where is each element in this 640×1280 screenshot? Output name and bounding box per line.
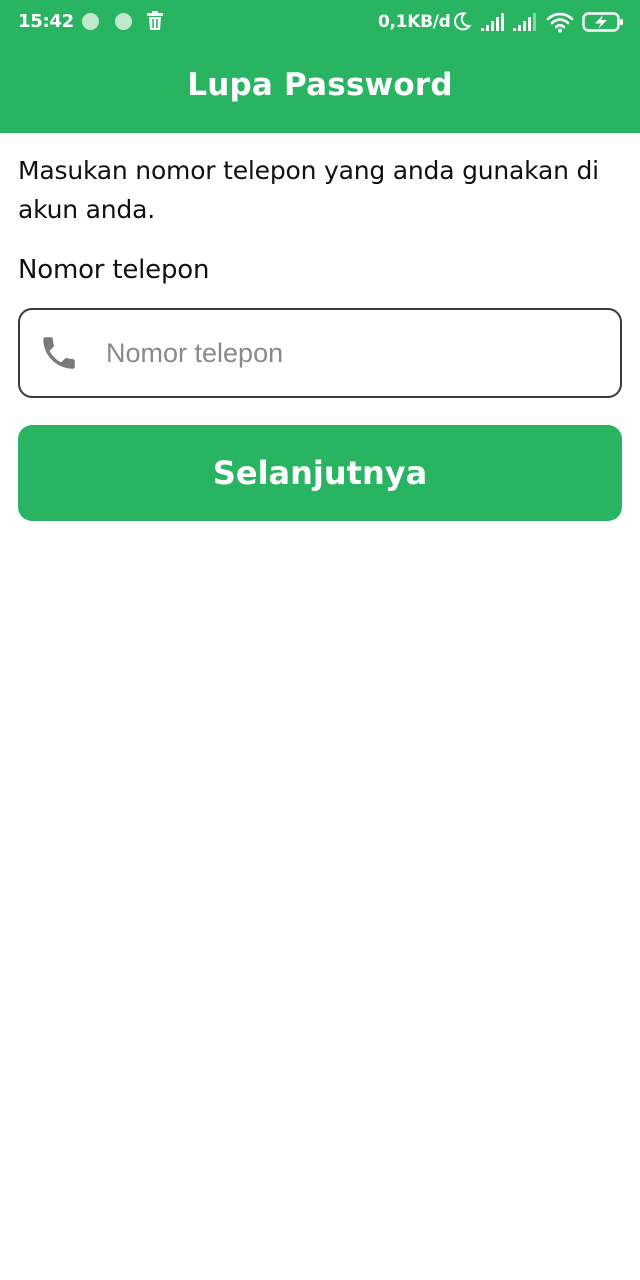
phone-label: Nomor telepon [18, 255, 210, 285]
page-title: Lupa Password [187, 67, 453, 103]
status-bar: 15:42 0,1KB/d [0, 0, 640, 44]
app-bar: 15:42 0,1KB/d Lupa Password [0, 0, 640, 133]
next-button[interactable]: Selanjutnya [18, 425, 622, 521]
trash-icon [147, 11, 163, 30]
phone-icon [43, 337, 75, 369]
signal-icon [513, 13, 536, 31]
moon-icon [453, 12, 472, 31]
wifi-icon [546, 12, 574, 33]
battery-charging-icon [582, 12, 623, 32]
phone-input[interactable] [106, 332, 606, 374]
notification-dot-icon [82, 13, 99, 30]
network-speed: 0,1KB/d [378, 12, 451, 32]
forgot-password-screen: 15:42 0,1KB/d Lupa Password Masukan nomo… [0, 0, 640, 1280]
instruction-text: Masukan nomor telepon yang anda gunakan … [18, 156, 599, 224]
signal-icon [481, 13, 504, 31]
phone-field[interactable] [18, 308, 622, 398]
notification-dot-icon [115, 13, 132, 30]
status-time: 15:42 [18, 11, 74, 32]
